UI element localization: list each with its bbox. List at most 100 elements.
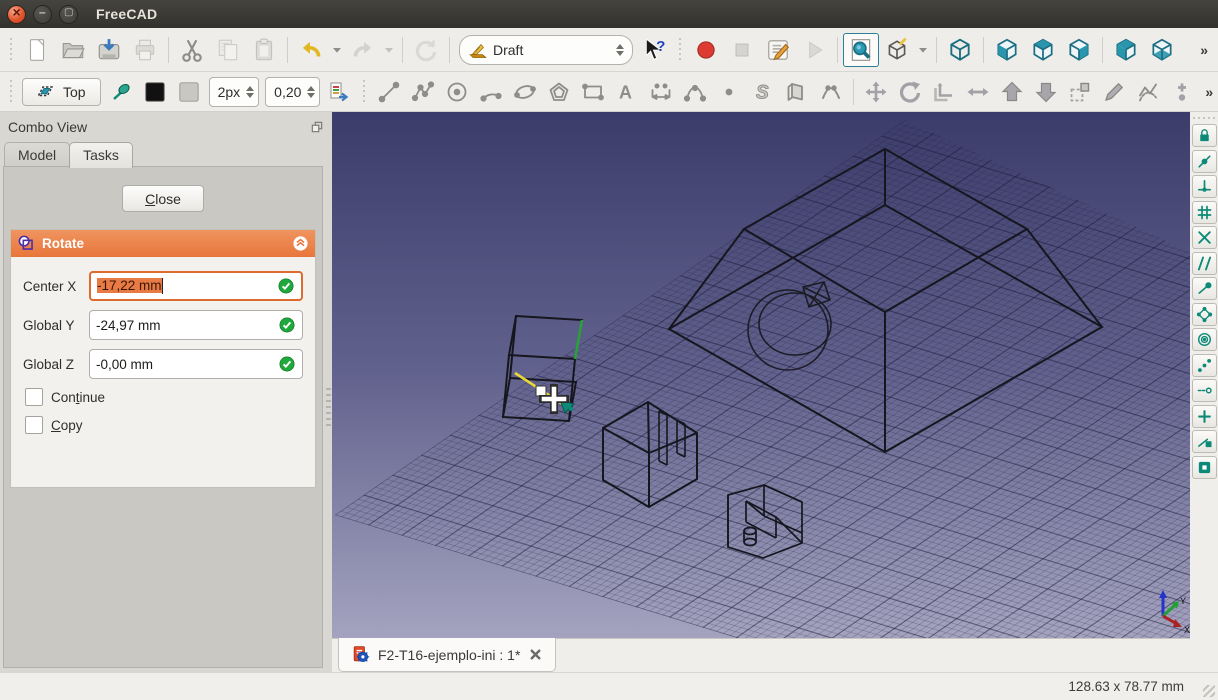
window-close-button[interactable] [7,5,26,24]
view-bottom-button[interactable] [1144,33,1180,67]
draft-offset-button[interactable] [927,76,961,108]
cut-button[interactable] [174,33,210,67]
macro-edit-button[interactable] [760,33,796,67]
print-button[interactable] [127,33,163,67]
macro-stop-button[interactable] [724,33,760,67]
draft-upgrade-button[interactable] [995,76,1029,108]
snap-center-button[interactable] [1192,328,1217,351]
draft-polygon-button[interactable] [542,76,576,108]
draft-move-button[interactable] [859,76,893,108]
snap-special-button[interactable] [1192,405,1217,428]
undo-dropdown[interactable] [329,33,345,67]
view-rear-button[interactable] [1108,33,1144,67]
draft-shapestring-button[interactable]: S [746,76,780,108]
draft-wire-button[interactable] [406,76,440,108]
tab-tasks[interactable]: Tasks [69,142,133,168]
titlebar[interactable]: FreeCAD [0,0,1218,28]
snap-midpoint-button[interactable] [1192,150,1217,173]
workbench-spinner[interactable] [616,44,626,56]
snap-intersection-button[interactable] [1192,226,1217,249]
text-scale-spinbox[interactable]: 0,20 [265,77,320,107]
snap-near-button[interactable] [1192,430,1217,453]
snap-ortho-button[interactable] [1192,354,1217,377]
collapse-task-icon[interactable] [292,235,309,252]
resize-grip[interactable] [1203,685,1215,697]
snap-extension-button[interactable] [1192,379,1217,402]
workbench-selector[interactable]: Draft [459,35,633,65]
open-document-button[interactable] [55,33,91,67]
draft-text-button[interactable]: A [610,76,644,108]
draft-point-button[interactable] [712,76,746,108]
snap-endpoint-button[interactable] [1192,277,1217,300]
macro-play-button[interactable] [796,33,832,67]
redo-dropdown[interactable] [381,33,397,67]
close-tab-icon[interactable] [528,647,543,662]
center-x-input[interactable]: -17,22 mm [89,271,303,301]
snap-perpendicular-button[interactable] [1192,175,1217,198]
line-width-spinbox[interactable]: 2px [209,77,260,107]
global-z-input[interactable]: -0,00 mm [89,349,303,379]
toolbar-drag-handle[interactable] [8,38,15,62]
view-fit-all-button[interactable] [843,33,879,67]
face-color-swatch[interactable] [172,76,206,108]
panel-splitter-handle[interactable] [326,388,331,428]
document-tab[interactable]: F2-T16-ejemplo-ini : 1* [338,638,556,672]
toolbar-overflow-button[interactable]: » [1194,41,1214,59]
global-y-input[interactable]: -24,97 mm [89,310,303,340]
paste-button[interactable] [246,33,282,67]
tab-model[interactable]: Model [4,142,70,168]
draft-rectangle-button[interactable] [576,76,610,108]
toolbar-drag-handle[interactable] [361,80,368,104]
snap-grid-button[interactable] [1192,201,1217,224]
rotate-task-header[interactable]: Rotate [11,230,315,257]
draft-scale-button[interactable] [1063,76,1097,108]
draft-arc-button[interactable] [474,76,508,108]
draft-add-point-button[interactable] [1165,76,1199,108]
macro-record-button[interactable] [688,33,724,67]
draft-toolbar-overflow-button[interactable]: » [1199,83,1218,101]
apply-style-button[interactable] [323,76,357,108]
undo-button[interactable] [293,33,329,67]
new-document-button[interactable] [19,33,55,67]
draft-line-button[interactable] [372,76,406,108]
snap-working-plane-button[interactable] [1192,456,1217,479]
continue-checkbox[interactable] [25,388,43,406]
3d-viewport[interactable]: Y X [332,112,1190,638]
working-plane-top-button[interactable]: Top [22,78,101,106]
snap-parallel-button[interactable] [1192,252,1217,275]
draw-style-button[interactable] [879,33,915,67]
view-top-button[interactable] [1025,33,1061,67]
draft-bspline-button[interactable] [678,76,712,108]
save-document-button[interactable] [91,33,127,67]
snap-lock-button[interactable] [1192,124,1217,147]
redo-button[interactable] [345,33,381,67]
draft-ellipse-button[interactable] [508,76,542,108]
view-front-button[interactable] [989,33,1025,67]
toggle-snap-button[interactable] [104,76,138,108]
view-right-button[interactable] [1061,33,1097,67]
copy-checkbox-row[interactable]: Copy [25,416,303,434]
view-axonometric-button[interactable] [942,33,978,67]
draft-downgrade-button[interactable] [1029,76,1063,108]
draw-style-dropdown[interactable] [915,33,931,67]
draft-edit-button[interactable] [1097,76,1131,108]
copy-checkbox[interactable] [25,416,43,434]
toolbar-drag-handle[interactable] [8,80,15,104]
draft-facebinder-button[interactable] [780,76,814,108]
window-minimize-button[interactable] [33,5,52,24]
draft-wire-to-bspline-button[interactable] [1131,76,1165,108]
draft-dimension-button[interactable] [644,76,678,108]
snap-angle-button[interactable] [1192,303,1217,326]
draft-circle-button[interactable] [440,76,474,108]
copy-button[interactable] [210,33,246,67]
draft-rotate-button[interactable] [893,76,927,108]
close-task-button[interactable]: Close [122,185,204,212]
refresh-button[interactable] [408,33,444,67]
continue-checkbox-row[interactable]: Continue [25,388,303,406]
snap-toolbar-handle[interactable] [1193,115,1215,121]
toolbar-drag-handle[interactable] [677,38,684,62]
line-color-swatch[interactable] [138,76,172,108]
draft-trimex-button[interactable] [961,76,995,108]
float-panel-icon[interactable] [310,120,324,134]
window-maximize-button[interactable] [59,5,78,24]
